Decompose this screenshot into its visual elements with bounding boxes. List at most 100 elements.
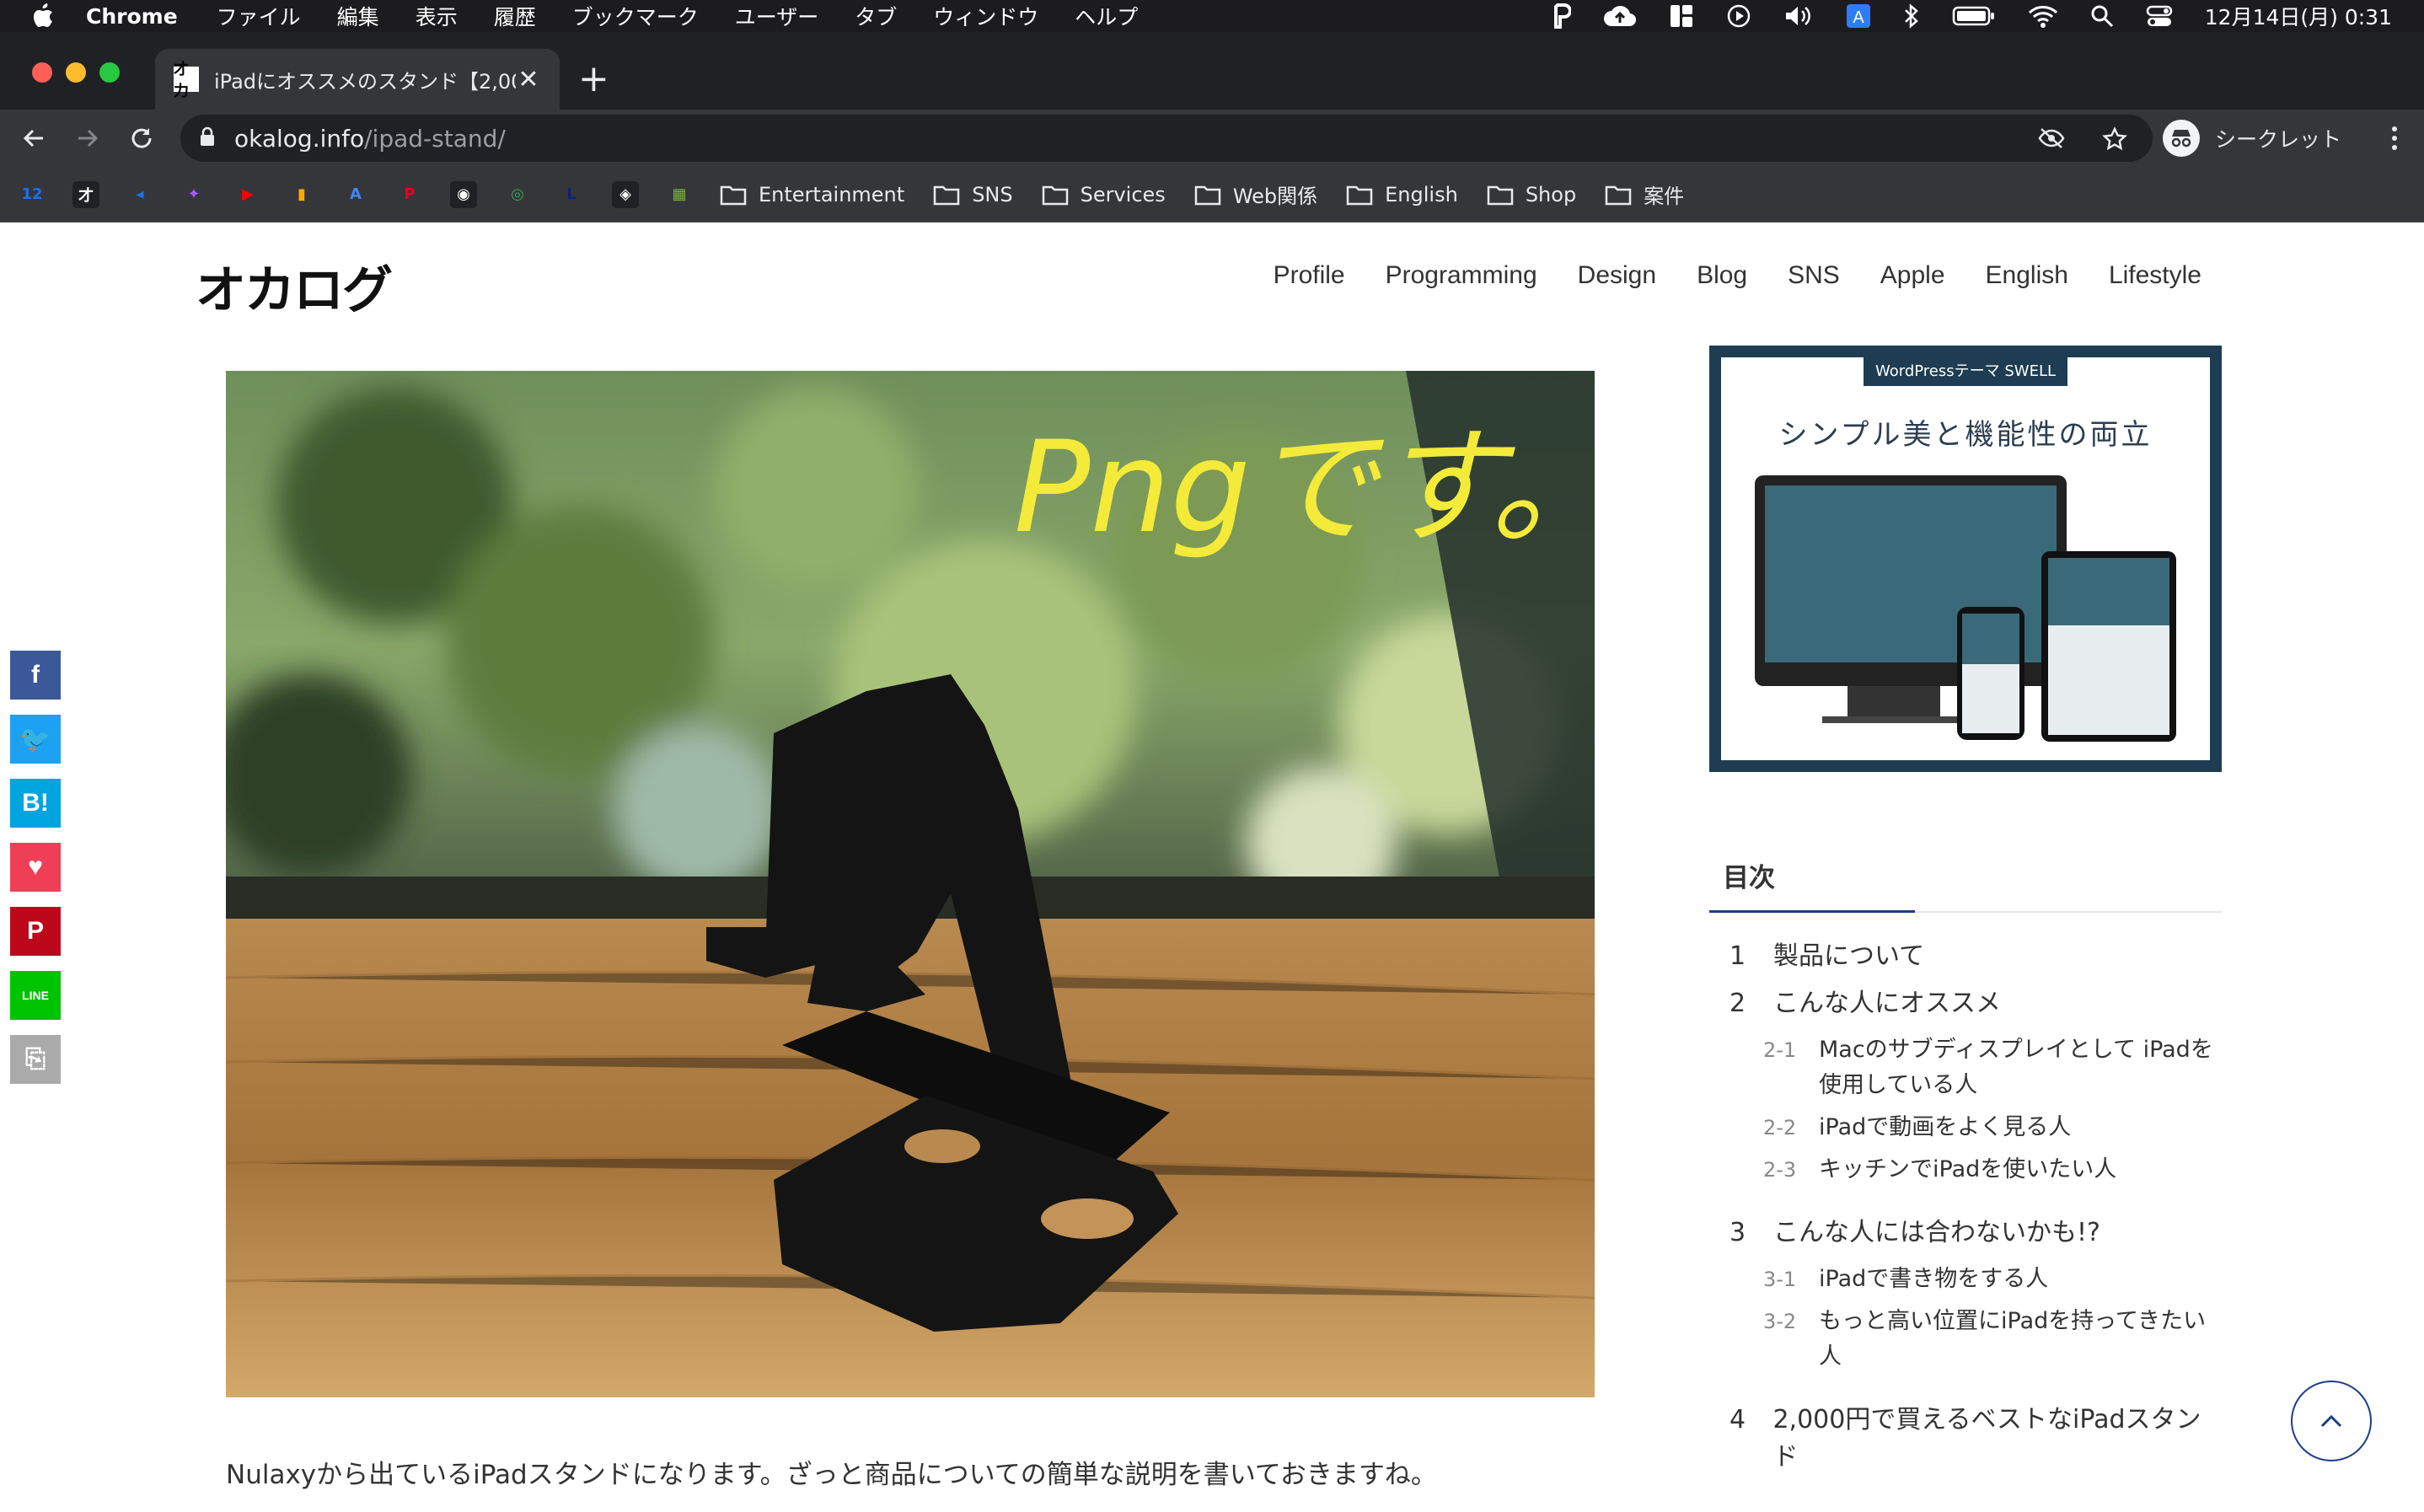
eye-off-icon[interactable]	[2038, 126, 2065, 158]
bookmark-folder-0[interactable]: Entertainment	[720, 183, 904, 206]
toc-item[interactable]: 2 こんな人にオススメ	[1709, 985, 2222, 1022]
toc-item-number: 4	[1730, 1405, 1746, 1434]
active-tab[interactable]: 才力 iPadにオススメのスタンド【2,000 ✕	[155, 49, 560, 110]
image-favicon[interactable]: ▦	[666, 181, 693, 208]
copy-share-button[interactable]: ⎘	[10, 1035, 61, 1084]
cloud-upload-icon[interactable]	[1603, 4, 1637, 28]
lock-icon[interactable]	[199, 125, 216, 153]
green-favicon[interactable]: ◎	[504, 181, 531, 208]
pinterest-favicon[interactable]: P	[396, 181, 423, 208]
menu-bookmarks[interactable]: ブックマーク	[572, 1, 699, 31]
adsense-favicon[interactable]: A	[342, 181, 369, 208]
bookmark-folder-label: Entertainment	[759, 182, 905, 206]
arrow-favicon[interactable]: ◂	[126, 181, 153, 208]
web-page: オカログ Profile Programming Design Blog SNS…	[0, 223, 2424, 1512]
menu-edit[interactable]: 編集	[337, 1, 379, 31]
toc-subitem-number: 2-2	[1763, 1116, 1797, 1139]
nav-blog[interactable]: Blog	[1697, 261, 1747, 290]
toc-subitem[interactable]: 3-2 もっと高い位置にiPadを持ってきたい人	[1709, 1304, 2222, 1375]
swell-ad-banner[interactable]: WordPressテーマ SWELL シンプル美と機能性の両立	[1709, 346, 2222, 772]
address-bar[interactable]: okalog.info/ipad-stand/	[180, 115, 2153, 162]
folder-icon	[1042, 185, 1068, 205]
pocket-share-button[interactable]: ♥	[10, 843, 61, 892]
site-logo[interactable]: オカログ	[196, 249, 393, 323]
reload-button[interactable]	[123, 120, 160, 157]
tab-close-icon[interactable]: ✕	[516, 65, 541, 94]
nav-english[interactable]: English	[1986, 261, 2068, 290]
forward-button[interactable]	[69, 120, 106, 157]
incognito-profile-button[interactable]: シークレット	[2163, 115, 2341, 162]
toc-item-label: 製品について	[1773, 941, 1925, 971]
menu-tab[interactable]: タブ	[855, 1, 897, 31]
bluetooth-icon[interactable]	[1903, 3, 1920, 29]
ad-title: シンプル美と機能性の両立	[1778, 418, 2153, 452]
nav-programming[interactable]: Programming	[1386, 261, 1537, 290]
l-favicon[interactable]: L	[558, 181, 585, 208]
menu-window[interactable]: ウィンドウ	[933, 1, 1038, 31]
close-window-button[interactable]	[32, 62, 52, 83]
input-a-icon[interactable]: A	[1846, 3, 1871, 29]
menu-history[interactable]: 履歴	[494, 1, 536, 31]
okalog-favicon[interactable]: 才	[72, 180, 99, 208]
menubar-clock[interactable]: 12月14日(月) 0:31	[2205, 1, 2392, 31]
menu-view[interactable]: 表示	[416, 1, 458, 31]
nav-sns[interactable]: SNS	[1788, 261, 1840, 290]
toc-item-label: こんな人には合わないかも!?	[1773, 1218, 2100, 1247]
nav-design[interactable]: Design	[1578, 261, 1656, 290]
analytics-favicon[interactable]: ▮	[288, 181, 315, 208]
minimize-window-button[interactable]	[66, 62, 86, 83]
bookmark-star-icon[interactable]	[2102, 126, 2127, 158]
new-tab-button[interactable]: +	[578, 61, 609, 98]
play-icon[interactable]	[1726, 3, 1751, 29]
bookmark-folder-2[interactable]: Services	[1042, 183, 1166, 206]
toc-subitem-number: 3-2	[1763, 1310, 1797, 1333]
bookmark-folder-1[interactable]: SNS	[933, 183, 1013, 206]
toc-subitem[interactable]: 2-1 Macのサブディスプレイとして iPadを使用している人	[1709, 1032, 2222, 1103]
control-center-icon[interactable]	[2146, 4, 2173, 28]
toc-item-number: 3	[1730, 1218, 1746, 1247]
cube-favicon[interactable]: ◈	[612, 180, 639, 208]
toc-item[interactable]: 1 製品について	[1709, 938, 2222, 975]
bookmark-folder-3[interactable]: Web関係	[1194, 180, 1317, 209]
calendar-favicon[interactable]: 12	[19, 181, 46, 208]
p-icon[interactable]	[1551, 3, 1571, 29]
bookmark-folder-5[interactable]: Shop	[1487, 183, 1576, 206]
toc-subitem[interactable]: 3-1 iPadで書き物をする人	[1709, 1262, 2222, 1297]
hatena-share-button[interactable]: B!	[10, 779, 61, 828]
toc-subitem-number: 3-1	[1763, 1268, 1797, 1291]
back-to-top-button[interactable]	[2291, 1381, 2372, 1461]
figma-favicon[interactable]: ✦	[180, 181, 207, 208]
nav-profile[interactable]: Profile	[1274, 261, 1345, 290]
github-favicon[interactable]: ◉	[450, 180, 477, 208]
search-icon[interactable]	[2090, 4, 2114, 28]
toc-subitem-label: もっと高い位置にiPadを持ってきたい人	[1819, 1308, 2207, 1370]
toc-subitem[interactable]: 2-3 キッチンでiPadを使いたい人	[1709, 1152, 2222, 1188]
zoom-window-button[interactable]	[99, 62, 120, 83]
menu-user[interactable]: ユーザー	[735, 1, 819, 31]
bookmark-folder-4[interactable]: English	[1346, 183, 1458, 206]
incognito-icon	[2163, 120, 2200, 157]
apple-menu-icon[interactable]	[32, 3, 56, 29]
facebook-share-button[interactable]: f	[10, 651, 61, 700]
chrome-menu-icon[interactable]	[2390, 125, 2399, 155]
line-share-button[interactable]: LINE	[10, 971, 61, 1020]
toc-item[interactable]: 3 こんな人には合わないかも!?	[1709, 1214, 2222, 1252]
nav-lifestyle[interactable]: Lifestyle	[2109, 261, 2201, 290]
menu-file[interactable]: ファイル	[217, 1, 301, 31]
back-button[interactable]	[15, 120, 52, 157]
pinterest-share-button[interactable]: P	[10, 907, 61, 956]
app-name-menu[interactable]: Chrome	[86, 4, 178, 29]
nav-apple[interactable]: Apple	[1880, 261, 1945, 290]
toc-subitem-label: iPadで書き物をする人	[1819, 1266, 2049, 1292]
chevron-up-icon	[2320, 1414, 2342, 1428]
menu-help[interactable]: ヘルプ	[1075, 1, 1138, 31]
toc-subitem[interactable]: 2-2 iPadで動画をよく見る人	[1709, 1110, 2222, 1145]
grid-icon[interactable]	[1669, 3, 1694, 29]
wifi-icon[interactable]	[2028, 4, 2058, 28]
toc-item[interactable]: 4 2,000円で買えるベストなiPadスタンド	[1709, 1402, 2222, 1476]
twitter-share-button[interactable]: 🐦	[10, 715, 61, 764]
youtube-favicon[interactable]: ▶	[234, 181, 261, 208]
volume-icon[interactable]	[1783, 3, 1814, 29]
battery-icon[interactable]	[1952, 5, 1996, 27]
bookmark-folder-6[interactable]: 案件	[1605, 180, 1684, 209]
